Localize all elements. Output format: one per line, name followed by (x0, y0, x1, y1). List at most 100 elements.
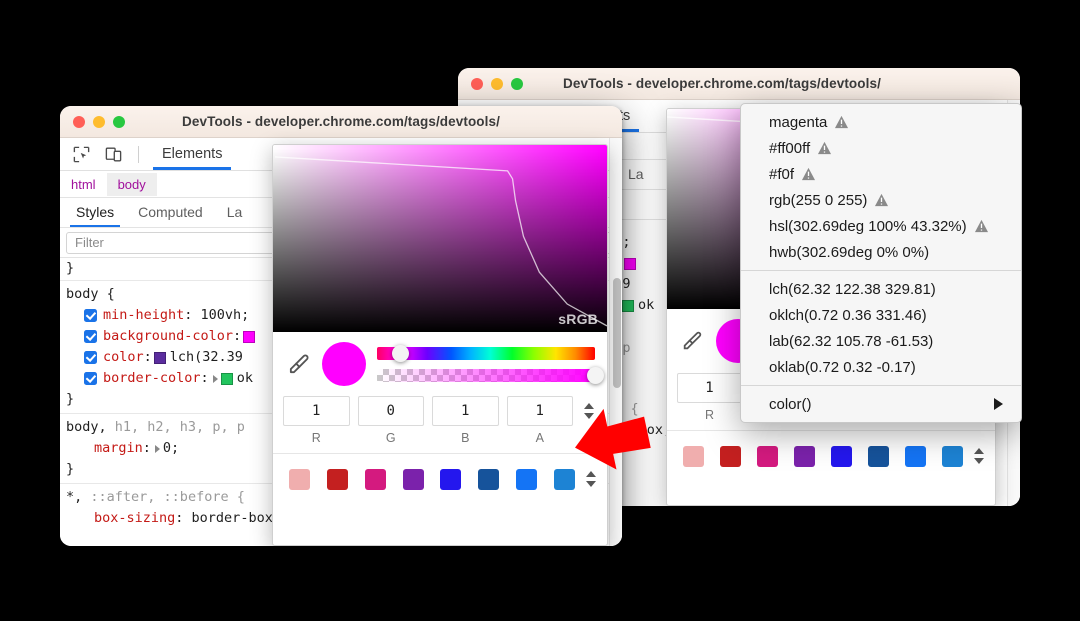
declaration-checkbox[interactable] (84, 330, 97, 343)
color-swatch[interactable] (153, 352, 166, 364)
palette-swatch-4[interactable] (432, 468, 470, 490)
declaration-checkbox[interactable] (84, 351, 97, 364)
channel-r-input[interactable]: 1 (283, 396, 350, 426)
menu-separator (741, 270, 1021, 271)
palette-swatches[interactable] (273, 453, 607, 503)
color-format-menu[interactable]: magenta #ff00ff #f0f rgb(255 0 255) hsl(… (740, 103, 1022, 423)
color-swatch[interactable] (624, 258, 637, 270)
devtools-window-front[interactable]: DevTools - developer.chrome.com/tags/dev… (60, 106, 622, 546)
menu-item-lch[interactable]: lch(62.32 122.38 329.81) (741, 276, 1021, 302)
color-swatch[interactable] (243, 331, 256, 343)
tab-layout[interactable]: La (217, 199, 253, 226)
channel-r[interactable]: 1 R (283, 396, 350, 445)
traffic-lights-front[interactable] (60, 115, 125, 128)
channel-a-input[interactable]: 1 (506, 396, 573, 426)
menu-item-oklab[interactable]: oklab(0.72 0.32 -0.17) (741, 354, 1021, 380)
palette-swatch-3[interactable] (394, 468, 432, 490)
channel-b[interactable]: 1 B (432, 396, 499, 445)
scrollbar-thumb[interactable] (613, 278, 621, 388)
palette-swatch-0[interactable] (281, 468, 319, 490)
tab-computed[interactable]: Computed (128, 199, 213, 226)
palette-swatch-7[interactable] (545, 468, 583, 490)
eyedropper-icon[interactable] (285, 353, 311, 376)
menu-item-magenta[interactable]: magenta (741, 109, 1021, 135)
menu-item-hex6[interactable]: #ff00ff (741, 135, 1021, 161)
palette-swatch[interactable] (823, 445, 860, 467)
value-layer (273, 145, 607, 332)
menu-item-lab[interactable]: lab(62.32 105.78 -61.53) (741, 328, 1021, 354)
palette-swatch[interactable] (712, 445, 749, 467)
palette-swatch-2[interactable] (357, 468, 395, 490)
palette-swatch[interactable] (786, 445, 823, 467)
inspect-cursor-icon[interactable] (68, 142, 94, 166)
menu-item-hsl[interactable]: hsl(302.69deg 100% 43.32%) (741, 213, 1021, 239)
color-swatch[interactable] (622, 300, 634, 312)
channel-b-label: B (461, 431, 470, 445)
expand-triangle-icon[interactable] (212, 375, 218, 383)
eyedropper-icon[interactable] (679, 330, 705, 352)
spinner-updown-icon[interactable] (581, 396, 597, 426)
declaration-checkbox[interactable] (84, 372, 97, 385)
palette-swatch[interactable] (860, 445, 897, 467)
channel-a[interactable]: 1 A (506, 396, 573, 445)
alpha-slider[interactable] (377, 366, 604, 384)
palette-swatch[interactable] (749, 445, 786, 467)
minimize-button[interactable] (491, 77, 503, 90)
srgb-gamut-label: sRGB (558, 311, 598, 327)
warning-icon (835, 115, 849, 129)
maximize-button[interactable] (511, 77, 523, 90)
declaration-checkbox[interactable] (84, 309, 97, 322)
tab-elements[interactable]: Elements (151, 140, 233, 170)
color-swatch[interactable] (220, 373, 233, 385)
breadcrumb-item-html[interactable]: html (60, 173, 107, 196)
color-picker-front[interactable]: sRGB 1 R 0 G 1 B 1 A (272, 144, 608, 546)
palette-swatches-back[interactable] (667, 430, 995, 480)
channel-g[interactable]: 0 G (357, 396, 424, 445)
hue-slider[interactable] (377, 344, 595, 362)
channel-g-label: G (385, 431, 396, 445)
screenshot-stage: DevTools - developer.chrome.com/tags/dev… (0, 0, 1080, 621)
warning-icon (974, 219, 988, 233)
palette-swatch-1[interactable] (319, 468, 357, 490)
channel-r-back[interactable]: 1 R (677, 373, 742, 422)
sliders[interactable] (377, 344, 604, 384)
warning-icon (801, 167, 816, 181)
color-picker-controls[interactable] (273, 332, 607, 392)
traffic-lights-back[interactable] (458, 77, 523, 90)
menu-item-oklch[interactable]: oklch(0.72 0.36 331.46) (741, 302, 1021, 328)
toolbar-divider (138, 145, 139, 163)
breadcrumb-item-body[interactable]: body (106, 172, 157, 196)
palette-spinner-icon[interactable] (583, 464, 599, 494)
close-button[interactable] (73, 115, 85, 128)
menu-item-color-function[interactable]: color() (741, 391, 1021, 417)
maximize-button[interactable] (113, 115, 125, 128)
channel-inputs[interactable]: 1 R 0 G 1 B 1 A (273, 392, 607, 453)
tab-layout-back[interactable]: La (618, 161, 654, 188)
palette-swatch[interactable] (897, 445, 934, 467)
scrollbar-front[interactable] (609, 138, 622, 546)
titlebar-front[interactable]: DevTools - developer.chrome.com/tags/dev… (60, 106, 622, 138)
palette-swatch[interactable] (675, 445, 712, 467)
menu-item-rgb[interactable]: rgb(255 0 255) (741, 187, 1021, 213)
minimize-button[interactable] (93, 115, 105, 128)
saturation-value-box[interactable]: sRGB (273, 145, 607, 332)
tab-styles[interactable]: Styles (66, 199, 124, 227)
palette-swatch[interactable] (934, 445, 971, 467)
hue-knob[interactable] (392, 344, 410, 362)
alpha-knob[interactable] (586, 366, 604, 384)
channel-b-input[interactable]: 1 (432, 396, 499, 426)
close-button[interactable] (471, 77, 483, 90)
channel-g-input[interactable]: 0 (357, 396, 424, 426)
menu-item-hex3[interactable]: #f0f (741, 161, 1021, 187)
color-preview (322, 342, 366, 386)
expand-triangle-icon[interactable] (154, 445, 160, 453)
window-title-back: DevTools - developer.chrome.com/tags/dev… (563, 76, 881, 91)
warning-icon (875, 193, 889, 207)
device-toggle-icon[interactable] (100, 142, 126, 166)
palette-swatch-6[interactable] (508, 468, 546, 490)
window-title-front: DevTools - developer.chrome.com/tags/dev… (182, 114, 500, 129)
titlebar-back[interactable]: DevTools - developer.chrome.com/tags/dev… (458, 68, 1020, 100)
menu-item-hwb[interactable]: hwb(302.69deg 0% 0%) (741, 239, 1021, 265)
palette-spinner-icon[interactable] (971, 441, 987, 471)
palette-swatch-5[interactable] (470, 468, 508, 490)
